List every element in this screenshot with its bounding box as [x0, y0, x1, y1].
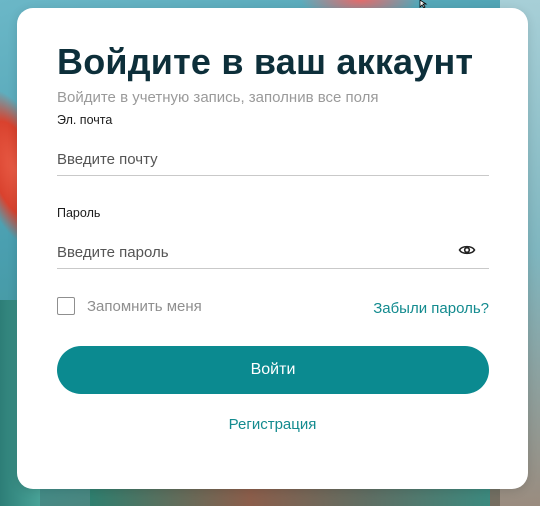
- login-button[interactable]: Войти: [57, 346, 489, 394]
- password-underline: [57, 268, 489, 269]
- page-subtitle: Войдите в учетную запись, заполнив все п…: [57, 89, 379, 106]
- password-field[interactable]: [57, 236, 457, 269]
- checkbox-box[interactable]: [57, 297, 75, 315]
- email-label: Эл. почта: [57, 113, 113, 127]
- password-label: Пароль: [57, 206, 101, 220]
- page-title: Войдите в ваш аккаунт: [57, 41, 474, 82]
- email-field[interactable]: [57, 143, 489, 176]
- forgot-password-link[interactable]: Забыли пароль?: [373, 300, 489, 317]
- eye-icon[interactable]: [458, 242, 476, 258]
- register-link[interactable]: Регистрация: [17, 416, 528, 433]
- remember-me-label: Запомнить меня: [87, 297, 202, 315]
- login-card: Войдите в ваш аккаунт Войдите в учетную …: [17, 8, 528, 489]
- remember-me-checkbox[interactable]: Запомнить меня: [57, 297, 202, 315]
- mouse-cursor-icon: [419, 0, 428, 8]
